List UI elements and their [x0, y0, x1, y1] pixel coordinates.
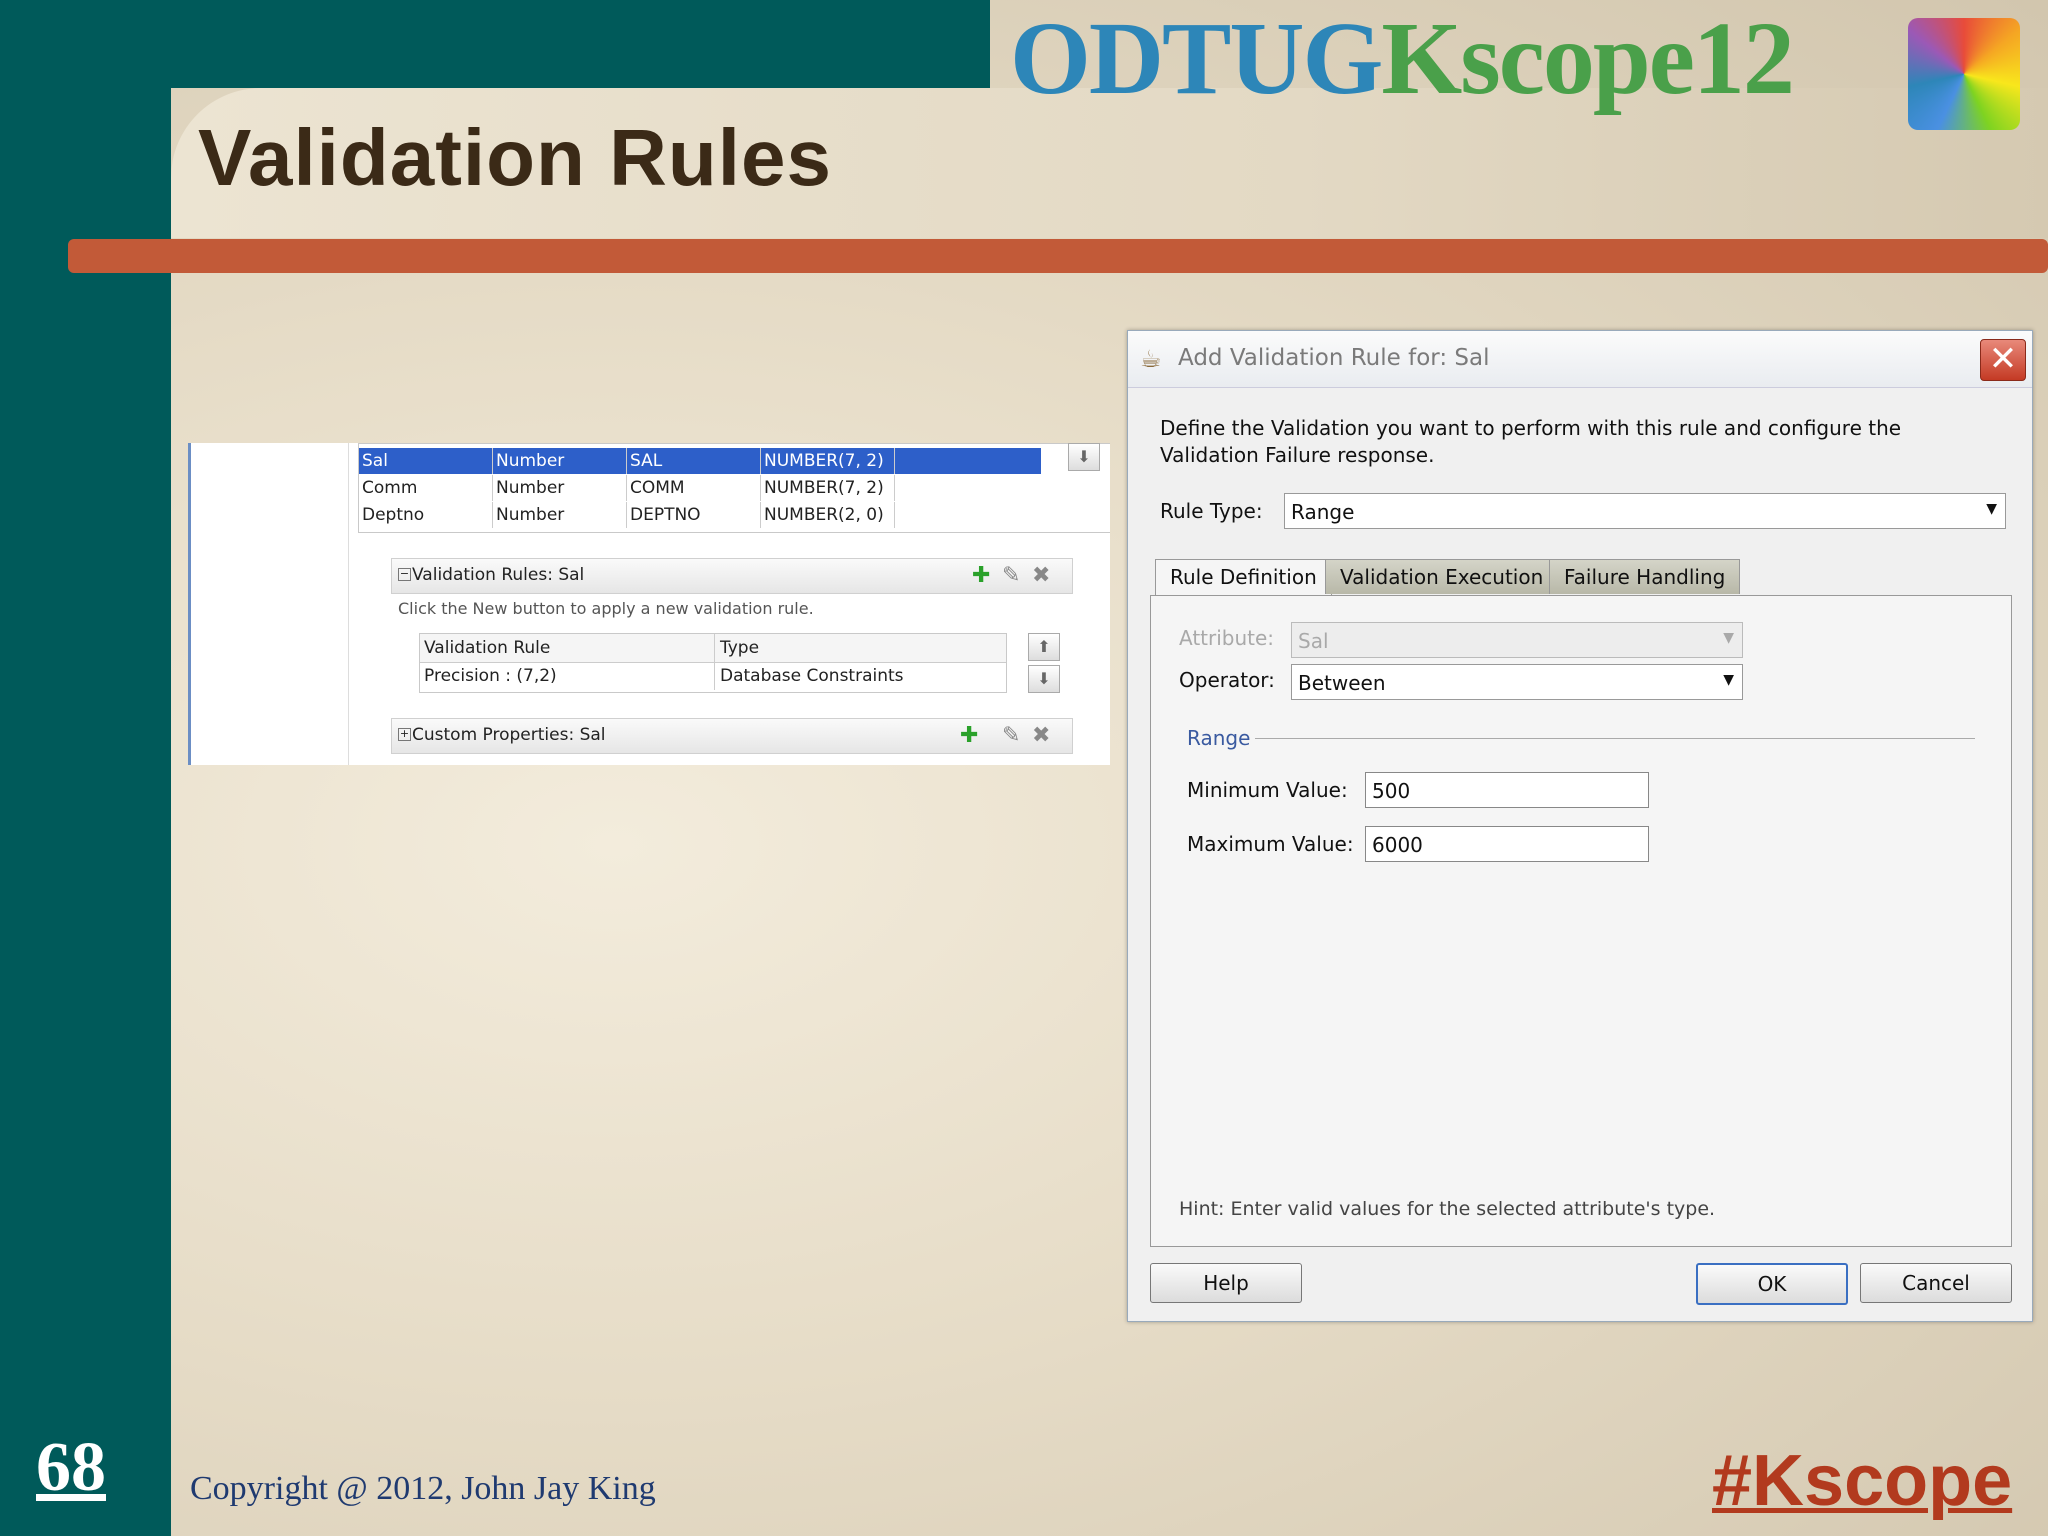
validation-rules-table: Validation Rule Type Precision : (7,2) D…	[419, 633, 1007, 693]
minimum-value-text: 500	[1372, 779, 1411, 803]
tab-failure-handling[interactable]: Failure Handling	[1549, 559, 1741, 594]
rule-type-cell: Database Constraints	[720, 666, 904, 686]
dialog-titlebar[interactable]: ☕ Add Validation Rule for: Sal ✕	[1128, 331, 2032, 388]
coffee-cup-icon: ☕	[1140, 345, 1162, 373]
table-row[interactable]: Sal Number SAL NUMBER(7, 2)	[359, 448, 1041, 474]
move-up-icon[interactable]: ⬆	[1028, 633, 1060, 661]
table-row[interactable]: Comm Number COMM NUMBER(7, 2)	[359, 475, 1041, 501]
minimum-value-label: Minimum Value:	[1187, 778, 1348, 802]
expand-icon[interactable]: +	[398, 728, 411, 741]
maximum-value-label: Maximum Value:	[1187, 832, 1354, 856]
table-header: Validation Rule Type	[420, 634, 1006, 663]
slide-title: Validation Rules	[198, 113, 832, 202]
tab-rule-definition[interactable]: Rule Definition	[1155, 559, 1332, 596]
chevron-down-icon: ▼	[1986, 501, 1997, 517]
entity-attributes-panel: Sal Number SAL NUMBER(7, 2) Comm Number …	[188, 443, 1110, 765]
attr-dbtype-cell: NUMBER(2, 0)	[761, 502, 895, 528]
custom-properties-header[interactable]: + Custom Properties: Sal ✚ ✎ ✖	[391, 718, 1073, 754]
rule-type-select[interactable]: Range ▼	[1284, 493, 2006, 529]
add-validation-rule-dialog: ☕ Add Validation Rule for: Sal ✕ Define …	[1127, 330, 2033, 1322]
left-band	[0, 0, 171, 1536]
sunburst-logo-icon	[1908, 18, 2020, 130]
edit-icon[interactable]: ✎	[1002, 563, 1020, 588]
table-row[interactable]: Deptno Number DEPTNO NUMBER(2, 0)	[359, 502, 1041, 528]
move-down-icon[interactable]: ⬇	[1028, 665, 1060, 693]
rule-type-value: Range	[1291, 500, 1355, 524]
conference-logo: ODTUGKscope12	[1010, 1, 1795, 116]
attr-column-cell: DEPTNO	[627, 502, 761, 528]
custom-properties-title: Custom Properties: Sal	[412, 725, 606, 745]
title-divider	[68, 239, 2048, 273]
validation-rules-hint: Click the New button to apply a new vali…	[398, 599, 814, 618]
delete-icon[interactable]: ✖	[1032, 723, 1050, 748]
attr-name-cell: Deptno	[359, 502, 493, 528]
collapse-icon[interactable]: −	[398, 568, 411, 581]
chevron-down-icon: ▼	[1723, 630, 1734, 646]
panel-border	[188, 443, 191, 765]
chevron-down-icon: ▼	[1723, 672, 1734, 688]
rule-type-label: Rule Type:	[1160, 499, 1263, 523]
dialog-title: Add Validation Rule for: Sal	[1178, 345, 1490, 371]
operator-label: Operator:	[1179, 668, 1275, 692]
minimum-value-input[interactable]: 500	[1365, 772, 1649, 808]
logo-odtug: ODTUG	[1010, 1, 1383, 116]
attr-name-cell: Comm	[359, 475, 493, 501]
delete-icon[interactable]: ✖	[1032, 563, 1050, 588]
attr-name-cell: Sal	[359, 448, 493, 474]
range-divider	[1255, 738, 1975, 739]
validation-rules-header[interactable]: − Validation Rules: Sal ✚ ✎ ✖	[391, 558, 1073, 594]
ok-button[interactable]: OK	[1696, 1263, 1848, 1305]
edit-icon[interactable]: ✎	[1002, 723, 1020, 748]
panel-gutter	[348, 443, 349, 765]
attr-type-cell: Number	[493, 475, 627, 501]
validation-rules-title: Validation Rules: Sal	[412, 565, 585, 585]
attribute-value: Sal	[1298, 629, 1329, 653]
move-down-icon[interactable]: ⬇	[1068, 443, 1100, 471]
attr-type-cell: Number	[493, 448, 627, 474]
cancel-button[interactable]: Cancel	[1860, 1263, 2012, 1303]
attributes-table: Sal Number SAL NUMBER(7, 2) Comm Number …	[358, 443, 1110, 533]
rule-cell: Precision : (7,2)	[420, 662, 715, 690]
attribute-label: Attribute:	[1179, 626, 1275, 650]
column-header-type: Type	[720, 638, 760, 658]
slide-number: 68	[36, 1429, 106, 1506]
logo-kscope: Kscope12	[1381, 1, 1795, 116]
maximum-value-input[interactable]: 6000	[1365, 826, 1649, 862]
range-group-label: Range	[1187, 726, 1251, 750]
attr-dbtype-cell: NUMBER(7, 2)	[761, 448, 895, 474]
column-header-rule: Validation Rule	[420, 634, 715, 662]
close-icon[interactable]: ✕	[1980, 339, 2026, 381]
copyright-text: Copyright @ 2012, John Jay King	[190, 1470, 656, 1507]
operator-select[interactable]: Between ▼	[1291, 664, 1743, 700]
dialog-description: Define the Validation you want to perfor…	[1160, 416, 1902, 467]
tab-validation-execution[interactable]: Validation Execution	[1325, 559, 1559, 594]
operator-value: Between	[1298, 671, 1386, 695]
table-row[interactable]: Precision : (7,2) Database Constraints	[420, 662, 1006, 690]
maximum-value-text: 6000	[1372, 833, 1423, 857]
attr-type-cell: Number	[493, 502, 627, 528]
help-button[interactable]: Help	[1150, 1263, 1302, 1303]
dialog-hint: Hint: Enter valid values for the selecte…	[1179, 1198, 1716, 1220]
top-band	[0, 0, 990, 88]
attr-column-cell: SAL	[627, 448, 761, 474]
rule-definition-panel: Attribute: Sal ▼ Operator: Between ▼ Ran…	[1150, 595, 2012, 1247]
add-icon[interactable]: ✚	[972, 563, 990, 588]
attribute-select: Sal ▼	[1291, 622, 1743, 658]
attr-column-cell: COMM	[627, 475, 761, 501]
attr-dbtype-cell: NUMBER(7, 2)	[761, 475, 895, 501]
add-icon[interactable]: ✚	[960, 723, 978, 748]
kscope-hashtag: #Kscope	[1712, 1441, 2013, 1521]
